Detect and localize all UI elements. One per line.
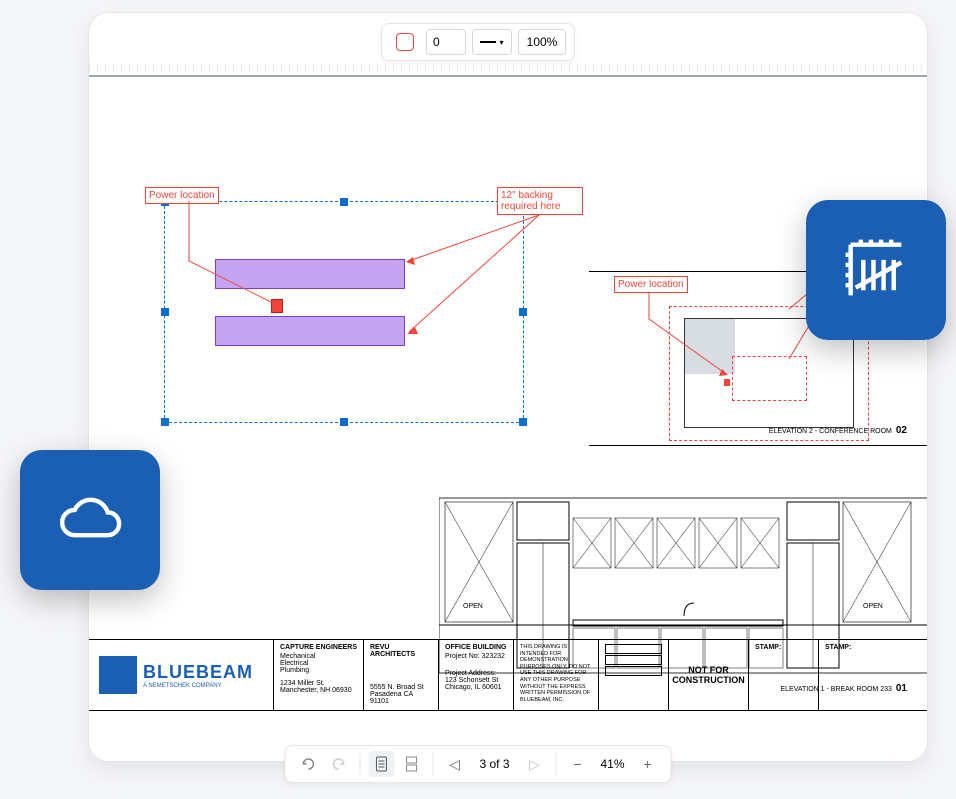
feature-badge-cloud <box>20 450 160 590</box>
title-block: BLUEBEAM A NEMETSCHEK COMPANY CAPTURE EN… <box>89 639 927 711</box>
chevron-left-icon: ◁ <box>449 756 460 773</box>
chevron-down-icon: ▾ <box>499 38 503 47</box>
selection-bounds[interactable] <box>164 201 524 423</box>
markup-rectangle[interactable] <box>215 316 405 346</box>
bluebeam-logo-text: BLUEBEAM <box>143 662 253 683</box>
zoom-readout: 41% <box>595 757 631 771</box>
bottom-toolbar: ◁ 3 of 3 ▷ − 41% + <box>284 745 671 783</box>
redo-icon <box>330 756 346 772</box>
zoom-out-button[interactable]: − <box>565 751 591 777</box>
page-indicator[interactable]: 3 of 3 <box>471 757 517 771</box>
zoom-in-button[interactable]: + <box>635 751 661 777</box>
ruler-horizontal <box>89 63 927 73</box>
next-page-button[interactable]: ▷ <box>522 751 548 777</box>
feature-badge-grid <box>806 200 946 340</box>
continuous-page-button[interactable] <box>398 751 424 777</box>
resize-handle[interactable] <box>519 308 527 316</box>
elevation-2-title: ELEVATION 2 - CONFERENCE ROOM02 <box>769 425 907 436</box>
svg-text:OPEN: OPEN <box>463 603 483 610</box>
power-marker <box>724 379 730 386</box>
resize-handle[interactable] <box>161 418 169 426</box>
top-toolbar: ▾ 100% <box>381 23 575 61</box>
prev-page-button[interactable]: ◁ <box>441 751 467 777</box>
markup-rectangle[interactable] <box>215 259 405 289</box>
tally-grid-icon <box>838 232 914 308</box>
pages-icon <box>404 756 418 772</box>
app-window: Power location 12" backing required here <box>88 12 928 762</box>
zoom-level[interactable]: 100% <box>518 29 566 55</box>
resize-handle[interactable] <box>519 418 527 426</box>
callout-power-location-2[interactable]: Power location <box>614 276 688 293</box>
rectangle-icon <box>396 33 414 51</box>
callout-backing[interactable]: 12" backing required here <box>497 187 583 215</box>
resize-handle[interactable] <box>340 418 348 426</box>
canvas[interactable]: Power location 12" backing required here <box>89 61 927 761</box>
line-width-input[interactable] <box>426 29 466 55</box>
resize-handle[interactable] <box>340 198 348 206</box>
callout-power-location[interactable]: Power location <box>145 187 219 204</box>
cloud-icon <box>52 482 128 558</box>
line-style-select[interactable]: ▾ <box>472 29 512 55</box>
rect-tool-button[interactable] <box>390 29 420 55</box>
line-solid-icon <box>480 41 496 43</box>
page-icon <box>374 756 388 772</box>
bluebeam-logo-icon <box>99 656 137 694</box>
ruler-line <box>89 75 927 77</box>
undo-button[interactable] <box>295 751 321 777</box>
svg-text:OPEN: OPEN <box>863 603 883 610</box>
undo-icon <box>300 756 316 772</box>
resize-handle[interactable] <box>161 308 169 316</box>
inner-dash <box>732 356 807 401</box>
single-page-button[interactable] <box>368 751 394 777</box>
markup-power-marker[interactable] <box>271 299 283 313</box>
chevron-right-icon: ▷ <box>529 756 540 773</box>
redo-button[interactable] <box>325 751 351 777</box>
